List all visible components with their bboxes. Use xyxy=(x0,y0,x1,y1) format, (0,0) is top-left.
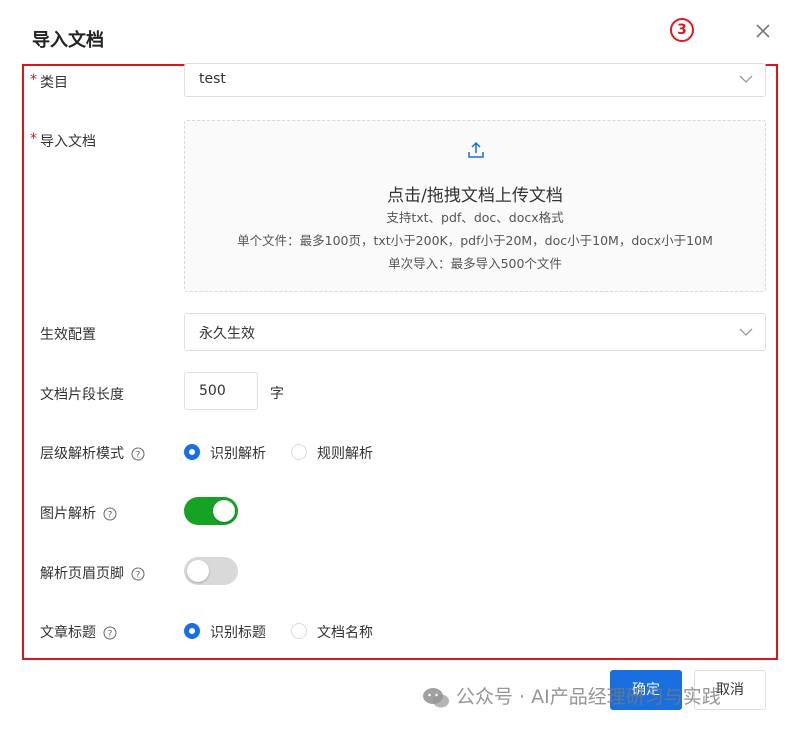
svg-text:?: ? xyxy=(136,451,141,461)
upload-icon xyxy=(468,141,484,158)
required-mark: * xyxy=(30,131,37,147)
watermark: 公众号 · AI产品经理研习与实践 xyxy=(422,682,721,709)
help-icon[interactable]: ? xyxy=(103,507,117,521)
dialog-title: 导入文档 xyxy=(32,30,104,51)
level-parse-mode-label: 层级解析模式 ? xyxy=(40,443,145,463)
header-footer-parse-label: 解析页眉页脚 ? xyxy=(40,563,145,583)
svg-text:?: ? xyxy=(108,511,113,521)
effective-config-select[interactable]: 永久生效 xyxy=(184,313,766,351)
chunk-length-label: 文档片段长度 xyxy=(40,387,124,403)
effective-config-value: 永久生效 xyxy=(199,326,255,342)
chevron-down-icon xyxy=(739,328,753,336)
radio-unchecked xyxy=(291,623,307,639)
category-label: * 类目 xyxy=(30,72,68,91)
chevron-down-icon xyxy=(739,75,753,83)
wechat-icon xyxy=(423,687,449,707)
upload-formats-text: 支持txt、pdf、doc、docx格式 xyxy=(386,210,564,225)
help-icon[interactable]: ? xyxy=(103,626,117,640)
step-badge: 3 xyxy=(670,18,694,42)
image-parse-label: 图片解析 ? xyxy=(40,503,117,523)
radio-checked xyxy=(184,444,200,460)
svg-text:?: ? xyxy=(136,571,141,581)
chunk-length-input[interactable]: 500 xyxy=(184,372,258,410)
category-value: test xyxy=(199,71,226,87)
header-footer-parse-toggle[interactable] xyxy=(184,557,238,585)
help-icon[interactable]: ? xyxy=(131,567,145,581)
effective-config-label: 生效配置 xyxy=(40,327,96,343)
required-mark: * xyxy=(30,72,37,88)
chunk-length-unit: 字 xyxy=(270,386,284,402)
svg-text:?: ? xyxy=(108,630,113,640)
upload-size-limits-text: 单个文件：最多100页，txt小于200K，pdf小于20M，doc小于10M，… xyxy=(237,233,713,248)
toggle-knob xyxy=(187,560,209,582)
article-title-label: 文章标题 ? xyxy=(40,622,117,642)
radio-unchecked xyxy=(291,444,307,460)
help-icon[interactable]: ? xyxy=(131,447,145,461)
radio-checked xyxy=(184,623,200,639)
import-document-dialog: 导入文档 3 * 类目 test * 导入文档 点击/拖拽文档上传文档 支持txt、… xyxy=(0,0,799,729)
image-parse-toggle[interactable] xyxy=(184,497,238,525)
import-doc-label: * 导入文档 xyxy=(30,131,96,150)
close-icon[interactable] xyxy=(752,20,774,42)
upload-main-text: 点击/拖拽文档上传文档 xyxy=(387,186,563,206)
category-select[interactable]: test xyxy=(184,63,766,97)
upload-batch-limit-text: 单次导入：最多导入500个文件 xyxy=(388,256,562,271)
toggle-knob xyxy=(213,500,235,522)
upload-dropzone[interactable]: 点击/拖拽文档上传文档 支持txt、pdf、doc、docx格式 单个文件：最多… xyxy=(184,120,766,292)
